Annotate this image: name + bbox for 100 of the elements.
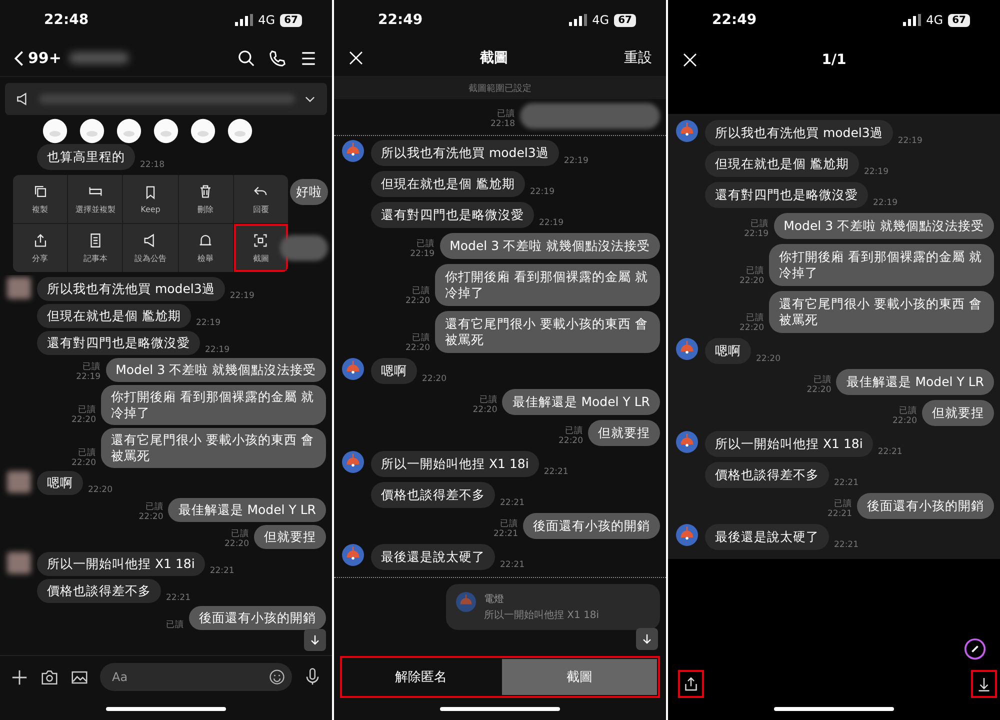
- camera-icon[interactable]: [40, 668, 59, 686]
- message-time: 22:19: [873, 198, 898, 208]
- message-time: 22:19: [539, 218, 564, 228]
- menu-item[interactable]: 分享: [13, 224, 68, 272]
- message-time: 22:20: [224, 539, 249, 549]
- message-bubble: Model 3 不差啦 就幾個點沒法接受: [106, 358, 326, 382]
- back-button[interactable]: 99+: [14, 49, 62, 67]
- message-time: 22:19: [744, 229, 769, 239]
- message-bubble: 你打開後廂 看到那個裸露的金屬 就冷掉了: [101, 385, 326, 425]
- read-label: 已讀: [78, 405, 96, 415]
- battery-indicator: 67: [614, 14, 636, 26]
- menu-item[interactable]: 選擇並複製: [68, 175, 122, 223]
- message-time: 22:21: [166, 593, 190, 603]
- message-bubble: 好啦: [290, 179, 328, 205]
- read-label: 已讀: [497, 109, 515, 119]
- page-counter: 1/1: [822, 52, 846, 68]
- battery-indicator: 67: [948, 14, 970, 26]
- message-bubble: 嗯啊: [371, 358, 417, 384]
- message-bubble: 所以一開始叫他捏 X1 18i: [705, 431, 873, 457]
- message-bubble: 還有它尾門很小 要載小孩的東西 會被罵死: [769, 291, 994, 333]
- menu-item[interactable]: 記事本: [68, 224, 122, 272]
- read-label: 已讀: [750, 219, 769, 229]
- pencil-icon[interactable]: [964, 638, 986, 660]
- message-bubble: 還有對四門也是略微沒愛: [705, 182, 868, 208]
- read-label: 已讀: [82, 362, 101, 372]
- message-input[interactable]: Aa: [100, 663, 292, 691]
- message-bubble: 最佳解還是 Model Y LR: [836, 369, 994, 395]
- message-time: 22:20: [138, 512, 164, 522]
- message-time: 22:19: [564, 156, 588, 166]
- close-icon[interactable]: [682, 52, 698, 68]
- scroll-down-button[interactable]: [636, 628, 658, 650]
- message-time: 22:19: [898, 136, 922, 146]
- sticker-icon[interactable]: [116, 118, 142, 144]
- reset-button[interactable]: 重設: [624, 49, 652, 67]
- menu-item[interactable]: 截圖: [234, 224, 288, 272]
- signal-icon: [903, 14, 922, 26]
- screen-title: 截圖: [480, 49, 508, 67]
- message-bubble: 也算高里程的: [37, 144, 135, 170]
- screenshot-icon: [252, 232, 270, 249]
- message-bubble: Model 3 不差啦 就幾個點沒法接受: [774, 213, 994, 239]
- message-time: 22:20: [756, 354, 780, 364]
- message-bubble: 但就要捏: [922, 400, 994, 426]
- message-time: 22:19: [76, 372, 101, 382]
- message-bubble: 但現在就也是個 尷尬期: [37, 304, 191, 328]
- read-label: 已讀: [746, 313, 764, 323]
- message-time: 22:21: [494, 529, 518, 539]
- message-bubble: 所以我也有洗他買 model3過: [705, 120, 893, 146]
- share-button[interactable]: [678, 670, 704, 698]
- menu-item[interactable]: Keep: [123, 175, 178, 223]
- close-icon[interactable]: [348, 50, 364, 66]
- message-bubble: 後面還有小孩的開銷: [189, 606, 326, 630]
- read-label: 已讀: [746, 266, 764, 276]
- network-label: 4G: [258, 13, 276, 27]
- message-bubble: 價格也談得差不多: [371, 482, 495, 508]
- message-time: 22:21: [878, 447, 902, 457]
- search-icon[interactable]: [237, 48, 256, 68]
- message-bubble: Model 3 不差啦 就幾個點沒法接受: [440, 233, 660, 259]
- signal-icon: [569, 14, 588, 26]
- message-time: 22:20: [72, 458, 96, 468]
- message-time: 22:20: [422, 374, 446, 384]
- menu-item[interactable]: 檢舉: [178, 224, 233, 272]
- read-label: 已讀: [899, 406, 917, 416]
- message-time: 22:19: [205, 345, 230, 355]
- sticker-icon[interactable]: [227, 118, 253, 144]
- plus-icon[interactable]: [10, 668, 29, 686]
- network-label: 4G: [592, 13, 610, 27]
- action-button[interactable]: 截圖: [502, 659, 657, 695]
- read-label: 已讀: [231, 529, 249, 539]
- read-label: 已讀: [500, 519, 518, 529]
- message-bubble: 後面還有小孩的開銷: [857, 493, 994, 519]
- menu-item[interactable]: 回覆: [234, 175, 288, 223]
- message-time: 22:20: [558, 436, 583, 446]
- read-label: 已讀: [834, 499, 852, 509]
- share-icon: [682, 675, 700, 693]
- sticker-icon[interactable]: [42, 118, 68, 144]
- message-time: 22:20: [88, 485, 112, 495]
- message-bubble: 所以我也有洗他買 model3過: [37, 277, 225, 301]
- message-bubble: 但就要捏: [254, 525, 326, 549]
- menu-item[interactable]: 複製: [13, 175, 68, 223]
- message-time: 22:20: [892, 416, 917, 426]
- read-label: 已讀: [78, 448, 96, 458]
- menu-item[interactable]: 設為公告: [123, 224, 178, 272]
- message-bubble: 你打開後廂 看到那個裸露的金屬 就冷掉了: [769, 244, 994, 286]
- phone-icon[interactable]: [268, 48, 287, 68]
- reply-sender: 電燈: [484, 593, 505, 606]
- download-button[interactable]: [971, 670, 997, 698]
- sticker-icon[interactable]: [153, 118, 179, 144]
- scroll-down-button[interactable]: [304, 629, 326, 651]
- sticker-icon[interactable]: [190, 118, 216, 144]
- message-time: 22:20: [472, 405, 498, 415]
- notice-text: 截圖範圍已設定: [334, 77, 666, 99]
- message-bubble: 所以我也有洗他買 model3過: [371, 140, 559, 166]
- read-label: 已讀: [412, 333, 430, 343]
- status-time: 22:49: [712, 12, 757, 28]
- message-bubble: 最後還是說太硬了: [371, 544, 495, 570]
- menu-item[interactable]: 刪除: [178, 175, 233, 223]
- message-time: 22:20: [740, 276, 764, 286]
- message-bubble: 還有對四門也是略微沒愛: [371, 202, 534, 228]
- emoji-icon[interactable]: [268, 668, 286, 686]
- sticker-icon[interactable]: [79, 118, 105, 144]
